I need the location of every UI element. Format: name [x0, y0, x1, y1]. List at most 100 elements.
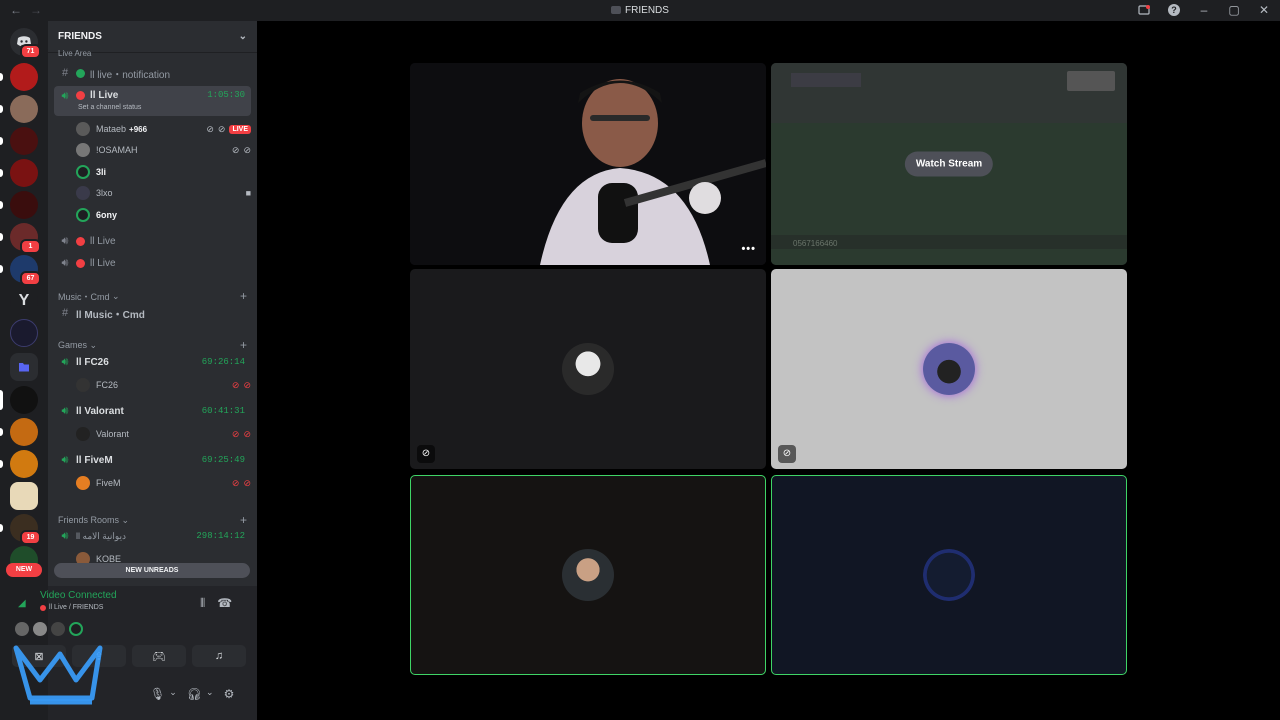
member-fc26[interactable]: FC26 ⊘ ⊘	[76, 375, 251, 395]
category-games[interactable]: Games ⌄ +	[58, 338, 247, 352]
channel-label: ll Music・Cmd	[76, 309, 145, 321]
server-icon-1[interactable]	[0, 63, 38, 91]
channel-live-2[interactable]: 🔊︎ ll Live	[54, 231, 251, 251]
unread-pip	[0, 105, 3, 113]
server-icon-6[interactable]: 1	[0, 223, 41, 254]
stream-tile[interactable]: 0567166460 Watch Stream	[771, 63, 1127, 265]
category-live-area[interactable]: Live Area	[58, 49, 247, 58]
avatar	[76, 165, 90, 179]
inbox-icon[interactable]	[1136, 2, 1152, 18]
channel-live-3[interactable]: 🔊︎ ll Live	[54, 253, 251, 273]
new-unreads-bar[interactable]: NEW UNREADS	[54, 563, 250, 578]
server-icon-7[interactable]: 67	[0, 255, 41, 286]
voice-participants	[15, 622, 83, 636]
member-3li[interactable]: 3li	[76, 162, 251, 182]
plus-icon[interactable]: +	[240, 338, 247, 352]
window-title: FRIENDS	[0, 5, 1280, 16]
server-icon-5[interactable]	[0, 191, 38, 219]
webcam-tile[interactable]: •••	[410, 63, 766, 265]
channel-live-active[interactable]: 🔊︎ ll Live 1:05:30 Set a channel status	[54, 86, 251, 116]
camera-icon: ■	[245, 188, 251, 198]
channel-friends-room[interactable]: 🔊︎ ll ديوانية الامه 298:14:12	[54, 526, 251, 546]
noise-suppression-icon[interactable]: ⦀	[200, 596, 205, 611]
channel-fivem[interactable]: 🔊︎ ll FiveM 69:25:49	[54, 450, 251, 470]
status-dot	[40, 604, 46, 611]
member-osamah[interactable]: !OSAMAH ⊘ ⊘	[76, 140, 251, 160]
hashtag-icon: #	[61, 67, 69, 79]
notification-badge: 71	[20, 44, 41, 59]
new-pill[interactable]: NEW	[6, 563, 42, 577]
avatar	[76, 427, 90, 441]
server-icon-2[interactable]	[0, 95, 38, 123]
channel-valorant[interactable]: 🔊︎ ll Valorant 60:41:31	[54, 401, 251, 421]
chevron-down-icon: ⌄	[89, 339, 98, 350]
member-3lxo[interactable]: 3lxo ■	[76, 183, 251, 203]
headphones-icon[interactable]: 🎧︎	[187, 687, 202, 701]
mic-icon[interactable]: 🎙︎	[150, 687, 165, 701]
avatar[interactable]	[69, 622, 83, 636]
chevron-down-icon: ⌄	[238, 31, 247, 42]
screen-share-button[interactable]: ⇪	[72, 645, 126, 667]
member-valorant[interactable]: Valorant ⊘ ⊘	[76, 424, 251, 444]
maximize-icon[interactable]: ▢	[1226, 2, 1242, 18]
avatar[interactable]	[33, 622, 47, 636]
avatar[interactable]	[15, 622, 29, 636]
hangup-icon[interactable]: ☎	[217, 596, 232, 611]
participant-tile-3[interactable]	[410, 475, 766, 675]
channel-timer: 298:14:12	[196, 531, 245, 541]
close-icon[interactable]: ✕	[1256, 2, 1272, 18]
channel-fc26[interactable]: 🔊︎ ll FC26 69:26:14	[54, 352, 251, 372]
help-icon[interactable]: ?	[1166, 2, 1182, 18]
participant-tile-2[interactable]: ⊘	[771, 269, 1127, 469]
server-icon-12[interactable]	[0, 450, 38, 478]
plus-icon[interactable]: +	[240, 289, 247, 303]
unread-pip	[0, 73, 3, 81]
speaker-icon: 🔊︎	[61, 234, 69, 247]
avatar	[923, 343, 975, 395]
camera-off-icon: ⊘	[417, 445, 435, 463]
hashtag-icon: #	[61, 307, 69, 319]
participant-tile-1[interactable]: ⊘	[410, 269, 766, 469]
category-music[interactable]: Music・Cmd ⌄ +	[58, 289, 247, 303]
voice-status[interactable]: Video Connected	[40, 590, 117, 601]
soundboard-button[interactable]: ♫	[192, 645, 246, 667]
avatar	[76, 378, 90, 392]
server-icon-4[interactable]	[0, 159, 38, 187]
speaker-icon: 🔊︎	[61, 355, 69, 368]
folder-icon[interactable]	[10, 353, 38, 381]
avatar[interactable]	[51, 622, 65, 636]
server-icon-11[interactable]	[0, 418, 38, 446]
channel-status[interactable]: Set a channel status	[78, 104, 141, 111]
discord-home-icon[interactable]: 71	[10, 28, 41, 59]
server-icon-3[interactable]	[0, 127, 38, 155]
channel-notification[interactable]: # ll live・notification	[54, 63, 251, 83]
server-icon-9[interactable]	[10, 319, 38, 347]
server-icon-10[interactable]	[0, 386, 38, 414]
camera-icon: ⊠	[34, 650, 44, 663]
notification-badge: 1	[20, 239, 41, 254]
watch-stream-button[interactable]: Watch Stream	[904, 151, 994, 177]
participant-tile-4[interactable]	[771, 475, 1127, 675]
speaker-icon: 🔊︎	[61, 453, 69, 466]
gear-icon[interactable]: ⚙	[224, 687, 235, 701]
category-friends-rooms[interactable]: Friends Rooms ⌄ +	[58, 513, 247, 527]
plus-icon[interactable]: +	[240, 513, 247, 527]
member-6ony[interactable]: 6ony	[76, 205, 251, 225]
more-options-icon[interactable]: •••	[741, 243, 756, 255]
status-dot	[76, 258, 85, 268]
chevron-down-icon[interactable]: ⌄	[206, 687, 214, 701]
member-fivem[interactable]: FiveM ⊘ ⊘	[76, 473, 251, 493]
unread-pip	[0, 390, 3, 410]
chevron-down-icon[interactable]: ⌄	[169, 687, 177, 701]
activities-button[interactable]: 🎮︎	[132, 645, 186, 667]
chevron-down-icon: ⌄	[121, 514, 130, 525]
server-icon	[611, 6, 622, 14]
server-icon-14[interactable]: 19	[0, 514, 41, 545]
minimize-icon[interactable]: –	[1196, 2, 1212, 18]
voice-location[interactable]: ll Live / FRIENDS	[40, 604, 103, 611]
server-icon-13[interactable]	[10, 482, 38, 510]
member-mataeb[interactable]: Mataeb +966 ⊘ ⊘ LIVE	[76, 119, 251, 139]
camera-off-button[interactable]: ⊠	[12, 645, 66, 667]
channel-music[interactable]: # ll Music・Cmd	[54, 303, 251, 323]
server-icon-8[interactable]: Y	[10, 287, 38, 315]
